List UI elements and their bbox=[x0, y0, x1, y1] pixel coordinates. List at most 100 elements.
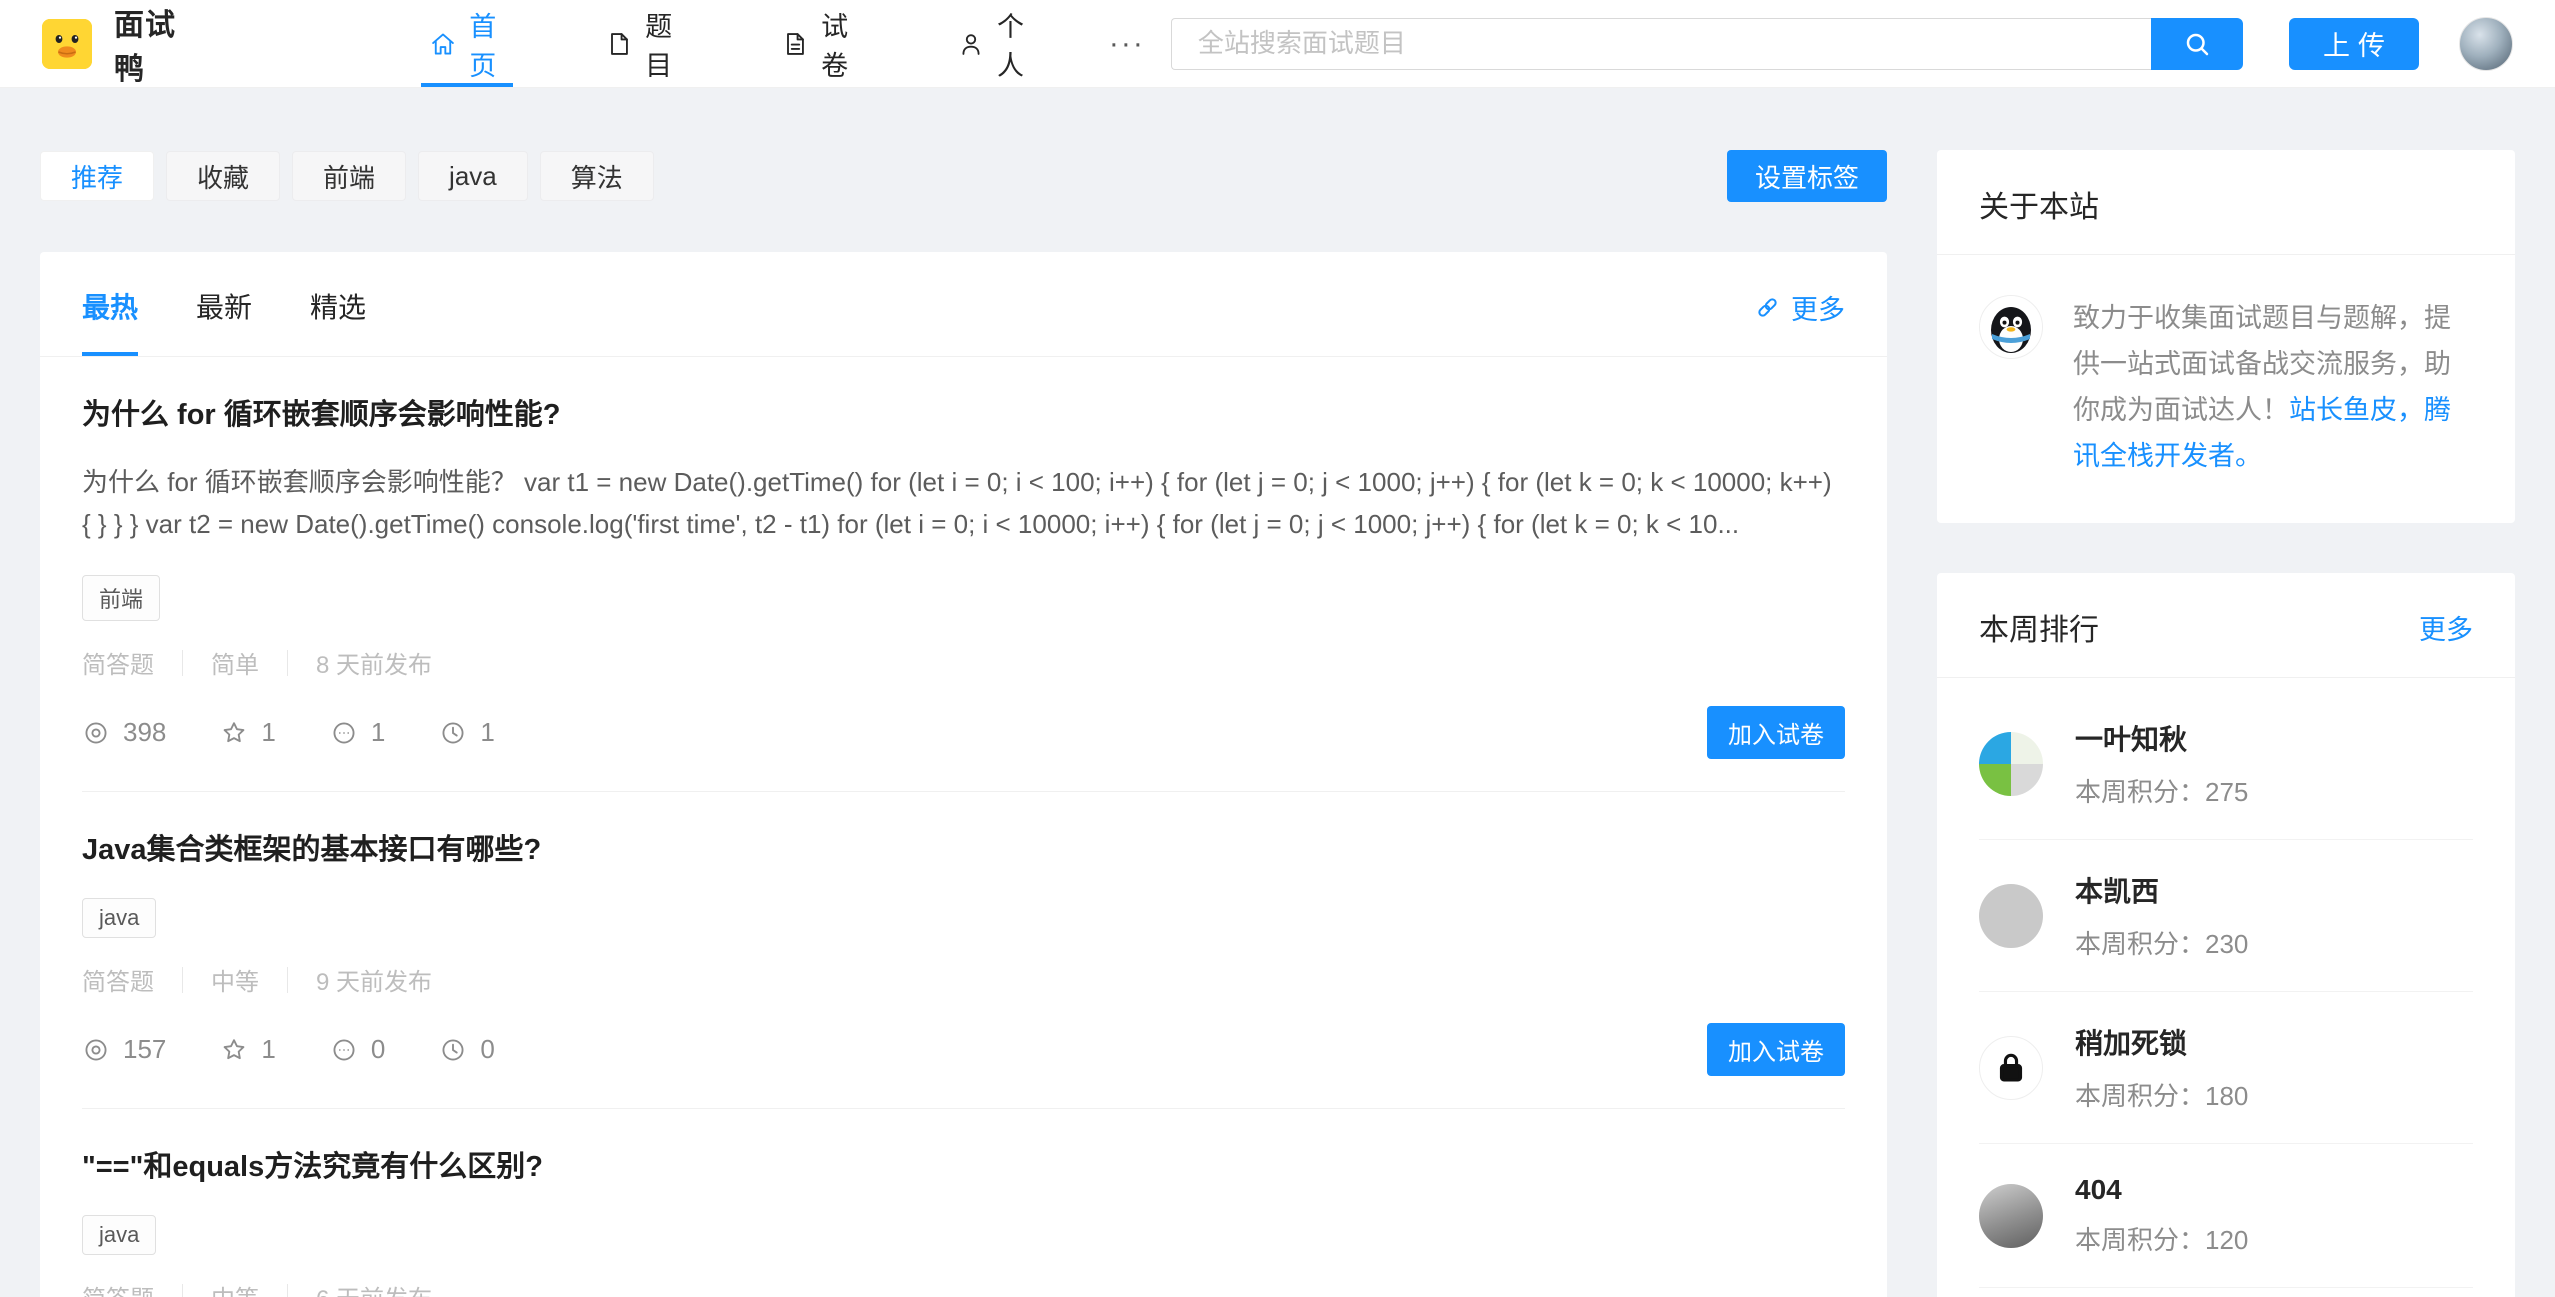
rank-user-avatar bbox=[1979, 1183, 2043, 1248]
ranking-list-item[interactable]: 404 本周积分：120 bbox=[1979, 1144, 2473, 1288]
rank-user-score: 本周积分：230 bbox=[2075, 929, 2249, 959]
stars-stat[interactable]: 1 bbox=[220, 717, 276, 748]
global-search bbox=[1170, 17, 2243, 70]
ranking-list-item[interactable]: guoguo 本周积分：45 bbox=[1979, 1288, 2473, 1297]
add-to-paper-button[interactable]: 加入试卷 bbox=[1707, 706, 1845, 759]
rank-user-score: 本周积分：120 bbox=[2075, 1225, 2249, 1255]
eye-icon bbox=[82, 1036, 110, 1064]
ranking-list-item[interactable]: 本凯西 本周积分：230 bbox=[1979, 840, 2473, 992]
search-input[interactable] bbox=[1170, 17, 2151, 70]
rank-user-avatar bbox=[1979, 731, 2043, 796]
search-icon bbox=[2182, 29, 2212, 59]
site-owner-avatar bbox=[1979, 295, 2043, 359]
stars-stat[interactable]: 1 bbox=[220, 1034, 276, 1065]
filter-tag-favorites[interactable]: 收藏 bbox=[166, 151, 281, 201]
rank-user-score: 本周积分：180 bbox=[2075, 1081, 2249, 1111]
about-body: 致力于收集面试题目与题解，提供一站式面试备战交流服务，助你成为面试达人！站长鱼皮… bbox=[1937, 255, 2515, 523]
user-icon bbox=[957, 30, 985, 58]
filter-tag-frontend[interactable]: 前端 bbox=[292, 151, 407, 201]
main-nav: 首页 题目 试卷 个人 ··· bbox=[379, 0, 1171, 87]
question-difficulty: 中等 bbox=[211, 1279, 259, 1297]
question-type: 简答题 bbox=[82, 969, 154, 996]
nav-item-personal[interactable]: 个人 bbox=[949, 0, 1041, 87]
feed-more-label: 更多 bbox=[1791, 295, 1845, 325]
nav-item-home[interactable]: 首页 bbox=[421, 0, 514, 87]
filter-tag-recommended[interactable]: 推荐 bbox=[40, 151, 155, 201]
tag-filter-bar: 推荐 收藏 前端 java 算法 设置标签 bbox=[40, 150, 1887, 202]
nav-item-label: 试卷 bbox=[821, 11, 849, 81]
comments-count: 1 bbox=[370, 717, 386, 747]
question-tag[interactable]: 前端 bbox=[82, 575, 161, 621]
about-card-header: 关于本站 bbox=[1937, 150, 2515, 255]
filter-tag-java[interactable]: java bbox=[418, 151, 528, 201]
about-title: 关于本站 bbox=[1979, 191, 2099, 224]
question-footer: 157 1 0 0 加入试卷 bbox=[82, 1023, 1845, 1076]
comments-stat[interactable]: 1 bbox=[330, 717, 385, 748]
ranking-card-header: 本周排行 更多 bbox=[1937, 573, 2515, 678]
question-meta: 简答题 中等 6 天前发布 bbox=[82, 1279, 1845, 1297]
question-type: 简答题 bbox=[82, 652, 154, 679]
question-difficulty: 简单 bbox=[211, 652, 259, 679]
question-title[interactable]: 为什么 for 循环嵌套顺序会影响性能? bbox=[82, 391, 1845, 433]
upload-button[interactable]: 上传 bbox=[2289, 17, 2419, 70]
tab-newest[interactable]: 最新 bbox=[196, 286, 252, 356]
nav-item-papers[interactable]: 试卷 bbox=[773, 0, 865, 87]
question-feed-card: 最热 最新 精选 更多 为什么 for 循环嵌套顺序会影响性能? 为什么 for… bbox=[40, 252, 1887, 1297]
filter-tag-algorithm[interactable]: 算法 bbox=[539, 151, 654, 201]
nav-item-questions[interactable]: 题目 bbox=[597, 0, 689, 87]
views-stat: 157 bbox=[82, 1034, 166, 1065]
ranking-list: 一叶知秋 本周积分：275 本凯西 本周积分：230 稍加死锁 本周积分：180… bbox=[1937, 678, 2515, 1297]
site-logo-duck-icon[interactable] bbox=[42, 18, 92, 69]
comment-icon bbox=[330, 1036, 358, 1064]
ranking-more-link[interactable]: 更多 bbox=[2419, 608, 2473, 647]
question-title[interactable]: "=="和equals方法究竟有什么区别? bbox=[82, 1143, 1845, 1185]
nav-item-label: 个人 bbox=[996, 11, 1024, 81]
question-footer: 398 1 1 1 加入试卷 bbox=[82, 706, 1845, 759]
question-published: 8 天前发布 bbox=[316, 652, 433, 679]
question-published: 6 天前发布 bbox=[316, 1279, 432, 1297]
views-stat: 398 bbox=[82, 717, 166, 748]
search-button[interactable] bbox=[2151, 17, 2243, 70]
question-difficulty: 中等 bbox=[211, 969, 259, 996]
ranking-list-item[interactable]: 稍加死锁 本周积分：180 bbox=[1979, 992, 2473, 1144]
rank-user-name[interactable]: 一叶知秋 bbox=[2075, 718, 2248, 758]
star-icon bbox=[220, 719, 248, 747]
site-title: 面试鸭 bbox=[114, 8, 176, 86]
rank-user-avatar bbox=[1979, 1035, 2043, 1100]
question-tag[interactable]: java bbox=[82, 1215, 157, 1255]
comments-stat[interactable]: 0 bbox=[330, 1034, 385, 1065]
question-excerpt: 为什么 for 循环嵌套顺序会影响性能？ var t1 = new Date()… bbox=[82, 467, 1832, 539]
comments-count: 0 bbox=[370, 1034, 386, 1064]
question-tag[interactable]: java bbox=[82, 898, 157, 938]
paper-icon bbox=[781, 30, 809, 58]
rank-user-name[interactable]: 本凯西 bbox=[2075, 870, 2248, 910]
question-meta: 简答题 简单 8 天前发布 bbox=[82, 645, 1845, 680]
refs-stat: 0 bbox=[439, 1034, 495, 1065]
tab-hottest[interactable]: 最热 bbox=[82, 286, 139, 356]
page-content: 推荐 收藏 前端 java 算法 设置标签 最热 最新 精选 更多 为什么 fo… bbox=[0, 88, 2555, 1297]
ranking-list-item[interactable]: 一叶知秋 本周积分：275 bbox=[1979, 688, 2473, 840]
add-to-paper-button[interactable]: 加入试卷 bbox=[1707, 1023, 1845, 1076]
weekly-ranking-card: 本周排行 更多 一叶知秋 本周积分：275 本凯西 本周积分：230 稍加死锁 … bbox=[1937, 573, 2515, 1297]
question-item: Java集合类框架的基本接口有哪些? java 简答题 中等 9 天前发布 15… bbox=[82, 792, 1845, 1109]
rank-user-score: 本周积分：275 bbox=[2075, 777, 2249, 807]
main-column: 推荐 收藏 前端 java 算法 设置标签 最热 最新 精选 更多 为什么 fo… bbox=[40, 150, 1887, 1297]
question-item: 为什么 for 循环嵌套顺序会影响性能? 为什么 for 循环嵌套顺序会影响性能… bbox=[82, 357, 1845, 792]
sidebar: 关于本站 致力于收集面试题目与题解，提供一站式面试备战交流服务，助你成为面试达人… bbox=[1937, 150, 2515, 1297]
set-tags-button[interactable]: 设置标签 bbox=[1726, 150, 1887, 202]
home-icon bbox=[429, 30, 457, 58]
refs-count: 0 bbox=[480, 1034, 495, 1064]
clock-icon bbox=[439, 1036, 467, 1064]
tab-featured[interactable]: 精选 bbox=[310, 286, 366, 356]
nav-more-ellipsis-icon[interactable]: ··· bbox=[1109, 0, 1145, 87]
question-title[interactable]: Java集合类框架的基本接口有哪些? bbox=[82, 826, 1845, 868]
rank-user-name[interactable]: 404 bbox=[2075, 1174, 2248, 1206]
refs-count: 1 bbox=[480, 717, 495, 747]
feed-more-link[interactable]: 更多 bbox=[1754, 288, 1845, 327]
user-avatar[interactable] bbox=[2459, 16, 2513, 71]
top-navbar: 面试鸭 首页 题目 试卷 个人 ··· 全站搜索面试题目 上传 bbox=[0, 0, 2555, 88]
star-icon bbox=[220, 1036, 248, 1064]
stars-count: 1 bbox=[261, 717, 276, 747]
rank-user-name[interactable]: 稍加死锁 bbox=[2075, 1022, 2248, 1062]
comment-icon bbox=[330, 719, 358, 747]
